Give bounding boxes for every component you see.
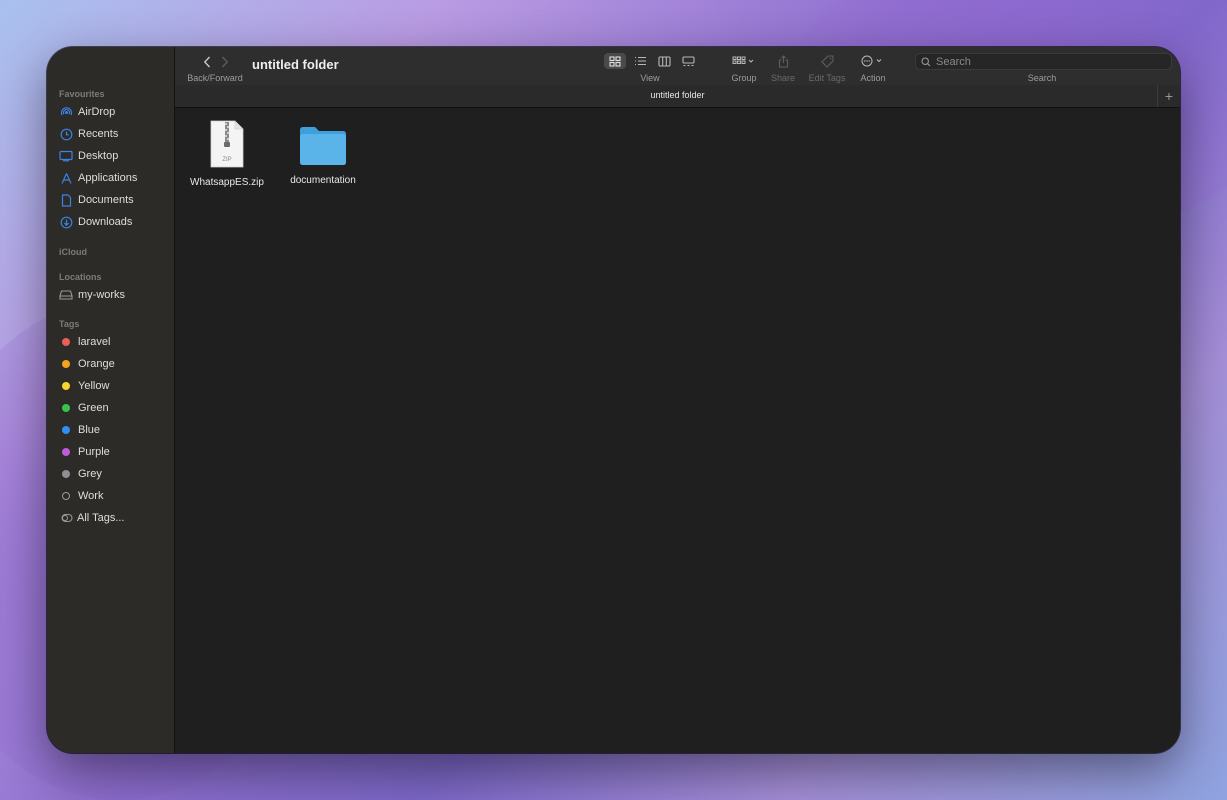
toolbar: Back/Forward untitled folder View Group … <box>175 47 1180 85</box>
group-icon[interactable] <box>731 55 757 67</box>
sidebar-section-icloud[interactable]: iCloud <box>59 247 87 257</box>
download-icon <box>59 215 73 229</box>
file-item-zip[interactable]: ZIP WhatsappES.zip <box>187 120 267 188</box>
tag-dot-icon <box>62 448 70 456</box>
finder-window: Favourites AirDrop Recents Desktop Appli… <box>47 47 1180 753</box>
sidebar: Favourites AirDrop Recents Desktop Appli… <box>47 47 175 753</box>
tag-dot-icon <box>62 426 70 434</box>
sidebar-tag-purple[interactable]: Purple <box>59 442 169 462</box>
add-tab-button[interactable]: + <box>1157 85 1180 107</box>
sidebar-item-label: my-works <box>78 289 126 301</box>
sidebar-item-applications[interactable]: Applications <box>59 168 169 188</box>
sidebar-item-label: Yellow <box>78 380 110 392</box>
sidebar-tag-orange[interactable]: Orange <box>59 354 169 374</box>
tag-dot-icon <box>62 404 70 412</box>
zip-file-icon: ZIP <box>207 120 247 173</box>
action-label: Action <box>860 73 886 83</box>
sidebar-tag-green[interactable]: Green <box>59 398 169 418</box>
sidebar-item-desktop[interactable]: Desktop <box>59 146 169 166</box>
share-label: Share <box>770 73 796 83</box>
sidebar-item-label: Downloads <box>78 216 133 228</box>
clock-icon <box>59 127 73 141</box>
file-name: WhatsappES.zip <box>190 177 264 188</box>
list-view-icon[interactable] <box>633 55 647 67</box>
sidebar-item-label: Grey <box>78 468 102 480</box>
edit-tags-label: Edit Tags <box>808 73 846 83</box>
sidebar-tag-work[interactable]: Work <box>59 486 169 506</box>
sidebar-section-locations: Locations <box>59 272 102 282</box>
sidebar-item-label: AirDrop <box>78 106 116 118</box>
view-label: View <box>640 73 660 83</box>
sidebar-item-label: Desktop <box>78 150 119 162</box>
sidebar-item-label: Green <box>78 402 109 414</box>
chevron-left-icon[interactable] <box>200 55 214 69</box>
sidebar-item-documents[interactable]: Documents <box>59 190 169 210</box>
file-item-folder[interactable]: documentation <box>283 124 363 186</box>
sidebar-tag-blue[interactable]: Blue <box>59 420 169 440</box>
sidebar-item-label: Applications <box>78 172 138 184</box>
search-field[interactable] <box>915 53 1172 70</box>
tag-dot-icon <box>62 360 70 368</box>
sidebar-item-downloads[interactable]: Downloads <box>59 212 169 232</box>
sidebar-section-favourites: Favourites <box>59 89 105 99</box>
sidebar-section-tags: Tags <box>59 319 80 329</box>
sidebar-item-label: Orange <box>78 358 115 370</box>
drive-icon <box>59 288 73 302</box>
tag-dot-icon <box>62 338 70 346</box>
sidebar-item-label: Blue <box>78 424 101 436</box>
tag-dot-empty-icon <box>62 492 70 500</box>
sidebar-item-label: All Tags... <box>77 512 125 524</box>
column-view-icon[interactable] <box>657 55 671 67</box>
airdrop-icon <box>59 105 73 119</box>
tag-dot-icon <box>62 382 70 390</box>
action-menu-icon[interactable] <box>860 54 886 68</box>
document-icon <box>59 193 73 207</box>
sidebar-item-label: Documents <box>78 194 134 206</box>
sidebar-tag-yellow[interactable]: Yellow <box>59 376 169 396</box>
sidebar-tag-laravel[interactable]: laravel <box>59 332 169 352</box>
desktop-icon <box>59 149 73 163</box>
gallery-view-icon[interactable] <box>681 55 695 67</box>
all-tags-icon <box>60 511 74 525</box>
tag-icon[interactable] <box>820 54 834 68</box>
folder-icon <box>298 124 348 173</box>
applications-icon <box>59 171 73 185</box>
sidebar-item-label: laravel <box>78 336 111 348</box>
search-input[interactable] <box>936 54 1166 69</box>
group-label: Group <box>731 73 757 83</box>
share-icon[interactable] <box>776 54 790 68</box>
sidebar-item-my-works[interactable]: my-works <box>59 285 169 305</box>
sidebar-all-tags[interactable]: All Tags... <box>59 508 169 528</box>
search-label: Search <box>1027 73 1057 83</box>
window-title: untitled folder <box>252 57 339 72</box>
sidebar-tag-grey[interactable]: Grey <box>59 464 169 484</box>
chevron-right-icon[interactable] <box>218 55 232 69</box>
sidebar-item-label: Purple <box>78 446 110 458</box>
tag-dot-icon <box>62 470 70 478</box>
file-name: documentation <box>290 175 356 186</box>
file-browser-content[interactable]: ZIP WhatsappES.zip documentation <box>175 108 1180 753</box>
sidebar-item-recents[interactable]: Recents <box>59 124 169 144</box>
sidebar-item-label: Recents <box>78 128 119 140</box>
grid-view-icon[interactable] <box>608 55 622 67</box>
sidebar-item-airdrop[interactable]: AirDrop <box>59 102 169 122</box>
search-icon <box>920 56 931 67</box>
back-forward-label: Back/Forward <box>187 73 243 83</box>
path-bar: untitled folder + <box>175 85 1180 108</box>
zip-badge-text: ZIP <box>222 157 231 163</box>
sidebar-item-label: Work <box>78 490 104 502</box>
path-bar-title: untitled folder <box>650 90 705 100</box>
